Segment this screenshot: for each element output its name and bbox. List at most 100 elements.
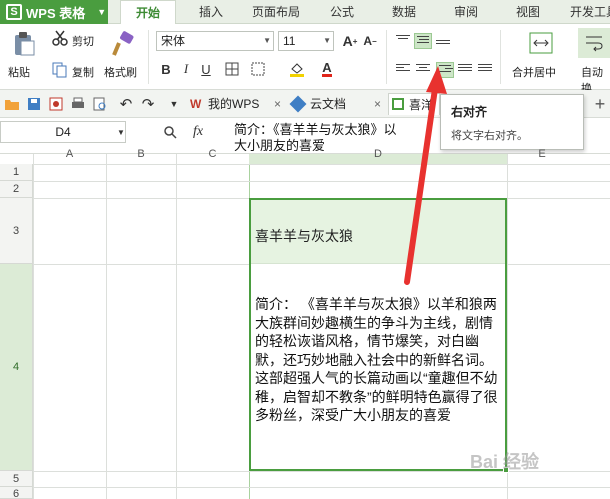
tooltip-title: 右对齐 bbox=[451, 105, 488, 119]
align-right-icon[interactable] bbox=[436, 62, 454, 78]
fill-color-icon[interactable] bbox=[288, 60, 306, 78]
grid-line bbox=[33, 181, 610, 182]
function-icon[interactable]: fx bbox=[188, 123, 208, 141]
copy-label[interactable]: 复制 bbox=[72, 64, 94, 80]
cloud-doc-icon bbox=[289, 95, 307, 113]
increase-font-icon[interactable]: A + bbox=[342, 32, 358, 50]
merge-center-icon[interactable] bbox=[528, 30, 554, 56]
tab-home[interactable]: 开始 bbox=[120, 0, 176, 25]
open-folder-icon[interactable] bbox=[4, 96, 20, 112]
font-size-select[interactable]: 11 ▼ bbox=[278, 31, 334, 51]
paste-icon[interactable] bbox=[10, 30, 38, 58]
grid-line bbox=[106, 154, 107, 499]
ribbon: 粘贴 剪切 复制 格式刷 宋体 ▼ 11 ▼ A + A − B I U A 合… bbox=[0, 24, 610, 95]
align-center-icon[interactable] bbox=[414, 62, 432, 78]
watermark: Bai 经验 bbox=[470, 452, 540, 472]
wps-logo-icon: S bbox=[6, 4, 22, 20]
grid-line bbox=[33, 487, 610, 488]
tab-formula[interactable]: 公式 bbox=[318, 0, 366, 24]
row-header-2[interactable]: 2 bbox=[0, 181, 33, 198]
grid-line bbox=[176, 154, 177, 499]
decrease-font-icon[interactable]: A − bbox=[362, 32, 378, 50]
print-icon[interactable] bbox=[70, 96, 86, 112]
wps-logo-icon: W bbox=[190, 97, 202, 111]
column-header-d[interactable]: D bbox=[249, 149, 507, 164]
doc-tab-label: 我的WPS bbox=[208, 97, 260, 111]
font-name-value: 宋体 bbox=[161, 34, 186, 48]
close-icon[interactable]: × bbox=[274, 93, 281, 115]
print-preview-icon[interactable] bbox=[92, 96, 108, 112]
italic-icon[interactable]: I bbox=[178, 60, 194, 78]
align-middle-icon[interactable] bbox=[414, 33, 432, 49]
underline-icon[interactable]: U bbox=[198, 60, 214, 78]
separator bbox=[386, 30, 387, 84]
undo-icon[interactable]: ↶ bbox=[118, 96, 134, 113]
align-left-icon[interactable] bbox=[394, 62, 412, 78]
tab-review[interactable]: 审阅 bbox=[442, 0, 490, 24]
bold-icon[interactable]: B bbox=[158, 60, 174, 78]
row-header-4[interactable]: 4 bbox=[0, 264, 33, 471]
formula-line1: 简介：《喜羊羊与灰太狼》以 bbox=[234, 122, 397, 137]
copy-icon[interactable] bbox=[52, 62, 68, 78]
align-bottom-icon[interactable] bbox=[434, 33, 452, 49]
doc-tab-current[interactable]: 喜洋 bbox=[388, 93, 440, 115]
grid-line bbox=[33, 164, 610, 165]
doc-tab-my-wps[interactable]: W 我的WPS × bbox=[188, 93, 288, 115]
row-header-3[interactable]: 3 bbox=[0, 198, 33, 264]
paste-label[interactable]: 粘贴 bbox=[8, 64, 30, 80]
chevron-down-icon: ▼ bbox=[263, 36, 271, 45]
row-header-6[interactable]: 6 bbox=[0, 487, 33, 499]
tooltip: 右对齐 将文字右对齐。 bbox=[440, 94, 584, 150]
row-header-1[interactable]: 1 bbox=[0, 164, 33, 181]
chevron-down-icon[interactable]: ▼ bbox=[168, 96, 180, 112]
doc-tab-label: 云文档 bbox=[310, 97, 347, 111]
menu-bar: S WPS 表格 ▼ 开始 插入 页面布局 公式 数据 审阅 视图 开发工具 bbox=[0, 0, 610, 25]
selected-range[interactable]: 喜羊羊与灰太狼 简介： 《喜羊羊与灰太狼》以羊和狼两大族群间妙趣横生的争斗为主线… bbox=[249, 198, 507, 471]
chevron-down-icon: ▼ bbox=[323, 36, 331, 45]
sheet-icon bbox=[392, 98, 404, 110]
font-color-icon[interactable]: A bbox=[318, 60, 336, 78]
scissors-icon[interactable] bbox=[52, 30, 68, 46]
format-painter-icon[interactable] bbox=[110, 30, 136, 58]
app-name: WPS 表格 bbox=[26, 5, 86, 21]
tooltip-description: 将文字右对齐。 bbox=[451, 130, 528, 142]
chevron-down-icon[interactable]: ▼ bbox=[116, 126, 126, 138]
separator bbox=[148, 30, 149, 84]
wps-window: S WPS 表格 ▼ 开始 插入 页面布局 公式 数据 审阅 视图 开发工具 粘… bbox=[0, 0, 610, 499]
justify-icon[interactable] bbox=[456, 62, 474, 78]
distributed-align-icon[interactable] bbox=[476, 62, 494, 78]
font-size-value: 11 bbox=[283, 34, 296, 48]
font-name-select[interactable]: 宋体 ▼ bbox=[156, 31, 274, 51]
chevron-down-icon: ▼ bbox=[97, 7, 107, 17]
save-icon[interactable] bbox=[26, 96, 42, 112]
row-header-5[interactable]: 5 bbox=[0, 471, 33, 487]
tab-view[interactable]: 视图 bbox=[504, 0, 552, 24]
zoom-icon[interactable] bbox=[162, 124, 178, 140]
tab-insert[interactable]: 插入 bbox=[186, 0, 236, 24]
column-header-e[interactable]: E bbox=[507, 149, 577, 164]
format-painter-label[interactable]: 格式刷 bbox=[104, 64, 137, 80]
export-pdf-icon[interactable] bbox=[48, 96, 64, 112]
close-icon[interactable]: × bbox=[374, 93, 381, 115]
name-box[interactable]: D4 bbox=[0, 121, 126, 143]
column-header-a[interactable]: A bbox=[33, 149, 106, 164]
tab-page-layout[interactable]: 页面布局 bbox=[244, 0, 308, 24]
tab-data[interactable]: 数据 bbox=[380, 0, 428, 24]
separator bbox=[500, 30, 501, 84]
tab-developer[interactable]: 开发工具 bbox=[564, 0, 610, 24]
cut-label[interactable]: 剪切 bbox=[72, 33, 94, 49]
cell-d4[interactable]: 简介： 《喜羊羊与灰太狼》以羊和狼两大族群间妙趣横生的争斗为主线，剧情的轻松诙谐… bbox=[255, 295, 505, 425]
border-icon[interactable] bbox=[224, 60, 240, 78]
doc-tab-cloud[interactable]: 云文档 × bbox=[289, 93, 386, 115]
cell-d3-text: 喜羊羊与灰太狼 bbox=[255, 228, 353, 244]
new-tab-icon[interactable]: + bbox=[592, 94, 608, 114]
redo-icon[interactable]: ↷ bbox=[140, 96, 156, 113]
column-header-c[interactable]: C bbox=[176, 149, 249, 164]
align-top-icon[interactable] bbox=[394, 33, 412, 49]
cell-d3[interactable]: 喜羊羊与灰太狼 bbox=[251, 200, 505, 264]
app-menu-button[interactable]: S WPS 表格 ▼ bbox=[0, 0, 108, 24]
merge-center-label[interactable]: 合并居中 bbox=[512, 64, 556, 80]
wrap-text-icon[interactable] bbox=[578, 28, 610, 58]
column-header-b[interactable]: B bbox=[106, 149, 176, 164]
fill-pattern-icon[interactable] bbox=[250, 60, 266, 78]
